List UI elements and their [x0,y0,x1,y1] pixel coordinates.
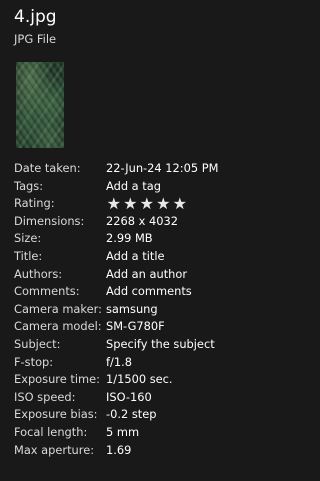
property-label: Tags: [14,178,44,193]
property-row-rating: Rating: ★ ★ ★ ★ ★ [14,195,236,213]
date-taken-value[interactable]: 22-Jun-24 12:05 PM [106,160,218,178]
property-label: Size: [14,231,42,246]
property-row-camera-model: Camera model: SM-G780F [14,318,236,336]
property-row-date-taken: Date taken: 22-Jun-24 12:05 PM [14,160,236,178]
file-type: JPG File [14,32,57,46]
image-thumbnail[interactable] [16,62,64,148]
property-row-camera-maker: Camera maker: samsung [14,301,236,319]
star-icon[interactable]: ★ [172,195,188,212]
authors-field[interactable]: Add an author [106,266,187,284]
f-stop-value: f/1.8 [106,354,132,369]
property-label: Dimensions: [14,213,85,228]
property-label: Authors: [14,266,63,281]
dimensions-value: 2268 x 4032 [106,213,178,228]
property-row-dimensions: Dimensions: 2268 x 4032 [14,213,236,231]
exposure-bias-value: -0.2 step [106,407,157,422]
property-label: Focal length: [14,424,88,439]
property-label: ISO speed: [14,389,76,404]
file-name: 4.jpg [14,7,57,27]
exposure-time-value: 1/1500 sec. [106,372,173,387]
property-label: Date taken: [14,161,81,175]
property-row-f-stop: F-stop: f/1.8 [14,354,236,372]
property-label: Rating: [14,196,55,211]
property-label: Exposure time: [14,372,100,387]
property-row-authors: Authors: Add an author [14,266,236,284]
property-row-iso-speed: ISO speed: ISO-160 [14,389,236,407]
max-aperture-value: 1.69 [106,442,132,457]
star-icon[interactable]: ★ [123,195,139,212]
property-row-title: Title: Add a title [14,248,236,266]
property-label: Exposure bias: [14,407,98,422]
property-row-exposure-bias: Exposure bias: -0.2 step [14,406,236,424]
focal-length-value: 5 mm [106,424,140,439]
property-row-exposure-time: Exposure time: 1/1500 sec. [14,371,236,389]
property-label: Camera maker: [14,301,102,316]
property-row-max-aperture: Max aperture: 1.69 [14,442,236,460]
property-label: Comments: [14,284,80,299]
title-field[interactable]: Add a title [106,248,165,266]
star-icon[interactable]: ★ [156,195,172,212]
property-label: Subject: [14,336,61,351]
rating-stars[interactable]: ★ ★ ★ ★ ★ [106,195,188,212]
property-row-comments: Comments: Add comments [14,283,236,301]
property-label: F-stop: [14,354,54,369]
property-label: Title: [14,248,43,263]
property-row-subject: Subject: Specify the subject [14,336,236,354]
tags-field[interactable]: Add a tag [106,178,161,196]
property-row-size: Size: 2.99 MB [14,230,236,248]
size-value: 2.99 MB [106,231,153,246]
star-icon[interactable]: ★ [106,195,122,212]
subject-field[interactable]: Specify the subject [106,336,215,354]
star-icon[interactable]: ★ [139,195,155,212]
property-label: Max aperture: [14,442,95,457]
property-row-focal-length: Focal length: 5 mm [14,424,236,442]
camera-model-field[interactable]: SM-G780F [106,318,165,336]
iso-speed-value: ISO-160 [106,389,152,404]
property-row-tags: Tags: Add a tag [14,178,236,196]
comments-field[interactable]: Add comments [106,283,192,301]
camera-maker-field[interactable]: samsung [106,301,158,319]
properties-panel: Date taken: 22-Jun-24 12:05 PM Tags: Add… [14,160,236,459]
property-label: Camera model: [14,319,102,334]
